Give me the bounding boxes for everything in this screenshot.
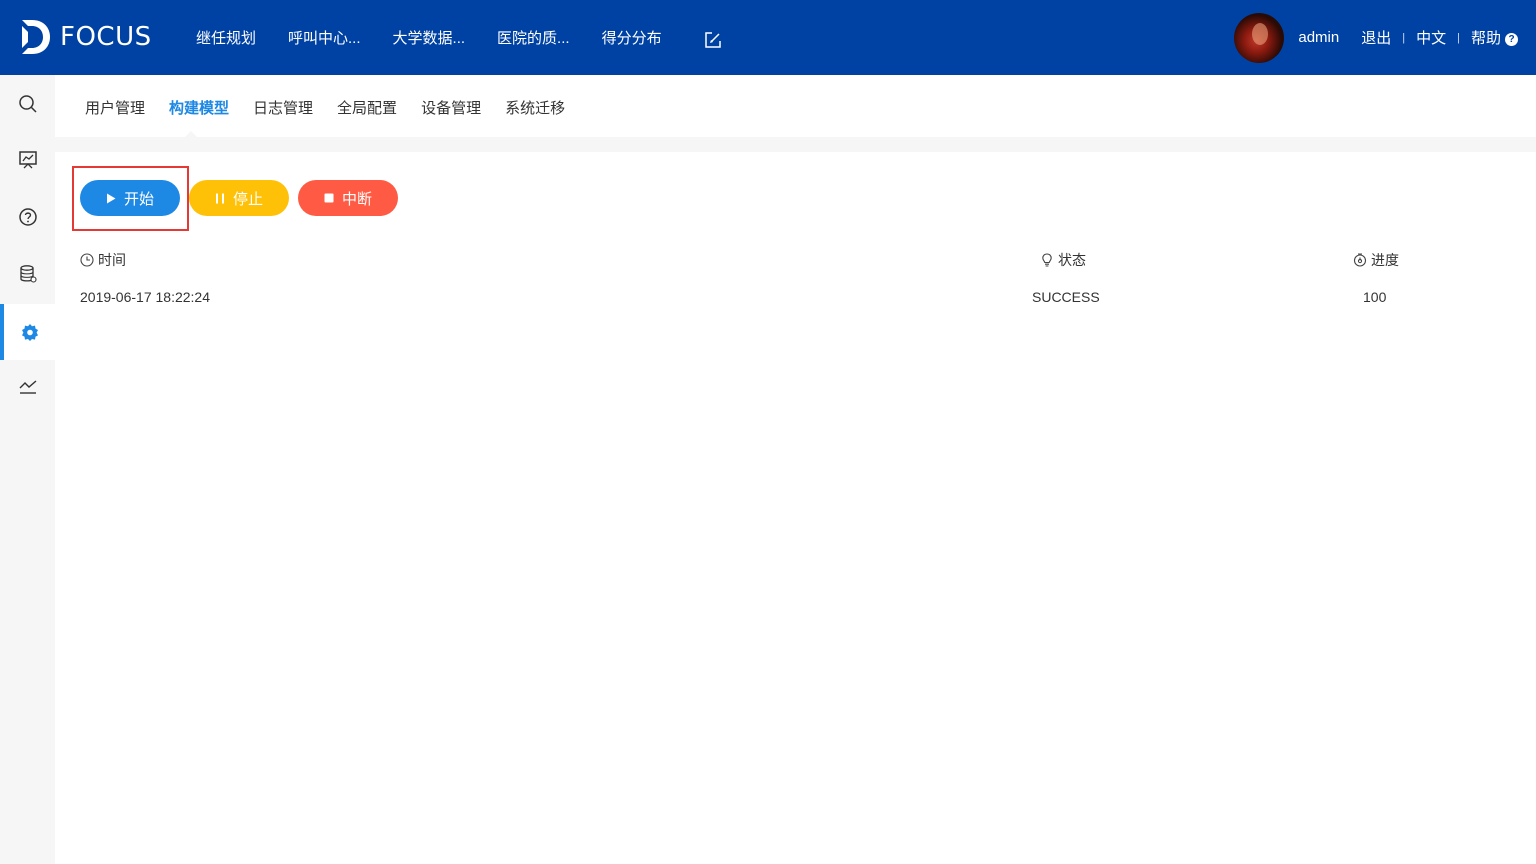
- divider: |: [1457, 31, 1460, 44]
- sub-navigation: 用户管理 构建模型 日志管理 全局配置 设备管理 系统迁移: [55, 75, 1536, 137]
- sidebar-item-help[interactable]: [0, 189, 55, 245]
- pause-icon: [215, 193, 225, 204]
- column-header-time-label: 时间: [98, 252, 126, 268]
- divider: |: [1402, 31, 1406, 44]
- sidebar-item-settings[interactable]: [0, 304, 55, 360]
- app-logo[interactable]: FOCUS: [18, 18, 152, 56]
- column-header-status-label: 状态: [1058, 252, 1086, 268]
- start-button-label: 开始: [123, 190, 154, 208]
- table-cell-progress: 100: [1363, 289, 1387, 305]
- table-cell-time: 2019-06-17 18:22:24: [80, 289, 210, 305]
- tab-log-management[interactable]: 日志管理: [253, 97, 313, 118]
- progress-icon: [1353, 253, 1367, 267]
- help-label: 帮助: [1470, 30, 1501, 47]
- settings-gear-icon: [21, 324, 38, 341]
- logout-link[interactable]: 退出: [1361, 27, 1391, 48]
- username[interactable]: admin: [1298, 29, 1339, 46]
- database-icon: [19, 265, 37, 283]
- tab-device-management[interactable]: 设备管理: [421, 97, 481, 118]
- tab-build-model[interactable]: 构建模型: [169, 97, 229, 118]
- nav-item-score-distribution[interactable]: 得分分布: [602, 27, 662, 48]
- help-link[interactable]: 帮助?: [1471, 27, 1518, 48]
- nav-item-call-center[interactable]: 呼叫中心...: [288, 27, 361, 48]
- clock-icon: [80, 253, 94, 267]
- search-icon: [18, 95, 37, 113]
- column-header-progress-label: 进度: [1371, 252, 1399, 268]
- sidebar-item-trends[interactable]: [0, 359, 55, 415]
- stop-button-label: 停止: [232, 190, 263, 208]
- main-content: 开始 停止 中断 时间 状态 进度 2019-06-17 18:22:24 SU…: [55, 152, 1536, 864]
- sidebar-item-data[interactable]: [0, 246, 55, 302]
- user-area: admin 退出 | 中文 | 帮助?: [1234, 0, 1518, 75]
- nav-item-succession-planning[interactable]: 继任规划: [196, 27, 256, 48]
- sidebar-item-dashboard[interactable]: [0, 132, 55, 188]
- column-header-status: 状态: [1040, 250, 1086, 270]
- divider: [55, 137, 1536, 152]
- play-icon: [106, 193, 116, 204]
- sidebar: [0, 75, 55, 864]
- top-nav: 继任规划 呼叫中心... 大学数据... 医院的质... 得分分布: [196, 0, 722, 75]
- column-header-progress: 进度: [1353, 250, 1399, 270]
- help-circle-icon: [18, 208, 37, 226]
- tab-user-management[interactable]: 用户管理: [85, 97, 145, 118]
- top-navigation-bar: FOCUS 继任规划 呼叫中心... 大学数据... 医院的质... 得分分布 …: [0, 0, 1536, 75]
- table-cell-status: SUCCESS: [1032, 289, 1100, 305]
- tab-global-config[interactable]: 全局配置: [337, 97, 397, 118]
- start-button[interactable]: 开始: [80, 180, 180, 216]
- avatar[interactable]: [1234, 12, 1285, 63]
- nav-item-university-data[interactable]: 大学数据...: [393, 27, 466, 48]
- trend-line-icon: [19, 380, 36, 394]
- stop-button[interactable]: 停止: [189, 180, 289, 216]
- logo-text: FOCUS: [60, 22, 152, 52]
- nav-item-hospital-quality[interactable]: 医院的质...: [497, 27, 570, 48]
- abort-button-label: 中断: [341, 190, 372, 208]
- stop-square-icon: [324, 193, 334, 203]
- presentation-chart-icon: [18, 151, 37, 169]
- language-switch[interactable]: 中文: [1416, 27, 1446, 48]
- lightbulb-icon: [1042, 253, 1052, 267]
- sidebar-item-search[interactable]: [0, 76, 55, 132]
- focus-logo-icon: [22, 20, 50, 54]
- tab-system-migration[interactable]: 系统迁移: [505, 97, 565, 118]
- question-icon: ?: [1505, 33, 1518, 46]
- column-header-time: 时间: [80, 250, 126, 270]
- edit-icon[interactable]: [704, 31, 722, 49]
- abort-button[interactable]: 中断: [298, 180, 398, 216]
